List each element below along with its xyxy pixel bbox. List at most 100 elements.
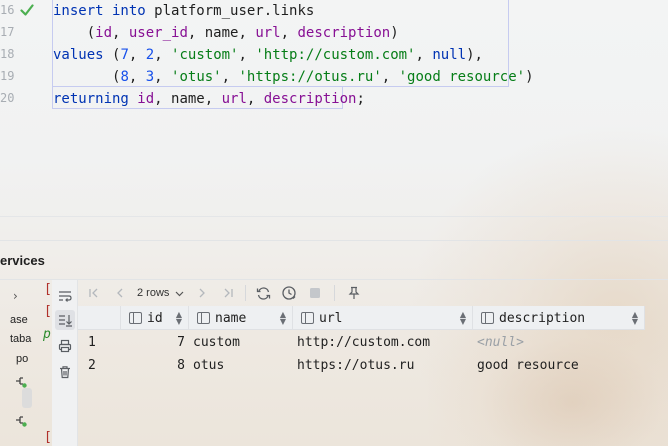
code-token: ) — [525, 69, 534, 85]
column-icon — [301, 312, 314, 324]
print-icon — [58, 339, 72, 353]
code-token: , — [154, 47, 172, 63]
cell-description[interactable]: <null> — [477, 331, 524, 354]
log-marker: [ — [44, 282, 52, 297]
sort-icon[interactable]: ▲ ▼ — [280, 311, 286, 326]
code-token: ( — [53, 25, 96, 41]
next-page-icon[interactable] — [191, 282, 213, 304]
chevron-right-icon[interactable]: › — [13, 289, 18, 303]
reload-icon[interactable] — [252, 282, 274, 304]
column-header-url[interactable]: url ▲ ▼ — [293, 306, 473, 330]
code-token: insert into — [53, 3, 155, 19]
code-token: id — [137, 91, 155, 107]
code-token: 'https://otus.ru' — [238, 69, 382, 85]
last-page-icon[interactable] — [217, 282, 239, 304]
cell-name[interactable]: otus — [193, 354, 224, 377]
code-token: , — [280, 25, 298, 41]
clear-all-button[interactable] — [55, 362, 75, 382]
code-line[interactable]: (id, user_id, name, url, description) — [53, 22, 399, 44]
code-token: url — [255, 25, 281, 41]
log-prefix: p — [43, 327, 51, 342]
editor-divider — [0, 216, 668, 217]
column-header-description[interactable]: description ▲ ▼ — [473, 306, 645, 330]
code-token: , — [238, 47, 256, 63]
code-token: id — [95, 25, 113, 41]
result-toolbar: 2 rows — [78, 280, 668, 306]
check-icon[interactable] — [20, 3, 34, 17]
code-token: , — [112, 25, 129, 41]
rows-count-dropdown[interactable]: 2 rows — [137, 287, 169, 299]
trash-icon — [60, 366, 70, 379]
connection-icon[interactable] — [13, 374, 27, 388]
row-number-header — [78, 306, 121, 330]
toolbar-separator — [245, 285, 247, 301]
prev-page-icon[interactable] — [109, 282, 131, 304]
cell-url[interactable]: http://custom.com — [297, 331, 430, 354]
code-token: values — [53, 47, 113, 63]
sql-editor[interactable]: 16 17 18 19 20 insert into platform_user… — [0, 0, 668, 216]
cell-url[interactable]: https://otus.ru — [297, 354, 414, 377]
services-panel-header: ervices — [0, 240, 668, 278]
code-token: name — [171, 91, 205, 107]
code-line[interactable]: values (7, 2, 'custom', 'http://custom.c… — [53, 44, 483, 66]
code-token: 2 — [145, 47, 155, 63]
column-icon — [481, 312, 494, 324]
first-page-icon[interactable] — [83, 282, 105, 304]
connection-icon[interactable] — [13, 413, 27, 427]
cell-id[interactable]: 7 — [121, 331, 185, 354]
console-log-gutter: [ [ p [ — [36, 280, 52, 446]
column-icon — [129, 312, 142, 324]
sort-icon[interactable]: ▲ ▼ — [176, 311, 182, 326]
table-row[interactable]: 2 8 otus https://otus.ru good resource — [78, 354, 645, 377]
code-token: , — [154, 91, 172, 107]
code-token: description — [263, 91, 357, 107]
sort-icon[interactable]: ▲ ▼ — [460, 311, 466, 326]
code-token: url — [221, 91, 247, 107]
history-icon[interactable] — [278, 282, 300, 304]
pin-icon[interactable] — [343, 282, 365, 304]
services-tree[interactable]: › ase taba po — [0, 280, 36, 446]
column-label: id — [147, 310, 163, 326]
stop-icon[interactable] — [304, 282, 326, 304]
code-token: , — [128, 47, 146, 63]
tree-item-label[interactable]: ase — [10, 314, 28, 326]
cell-description[interactable]: good resource — [477, 354, 579, 377]
log-marker: [ — [44, 304, 52, 319]
toolbar-separator — [334, 285, 336, 301]
code-token: 'otus' — [171, 69, 222, 85]
code-line[interactable]: (8, 3, 'otus', 'https://otus.ru', 'good … — [53, 66, 534, 88]
column-icon — [197, 312, 210, 324]
soft-wrap-icon — [59, 291, 72, 302]
code-token: platform_user.links — [154, 3, 315, 19]
soft-wrap-button[interactable] — [55, 286, 75, 306]
scroll-to-end-button[interactable] — [55, 310, 75, 330]
line-number: 16 — [0, 3, 15, 17]
column-header-id[interactable]: id ▲ ▼ — [121, 306, 189, 330]
tree-item-label[interactable]: taba — [10, 333, 31, 345]
row-number: 1 — [88, 335, 96, 350]
code-token: , — [381, 69, 399, 85]
code-token: , — [187, 25, 205, 41]
code-token: 'custom' — [171, 47, 239, 63]
print-button[interactable] — [55, 336, 75, 356]
grid-header: id ▲ ▼ name ▲ ▼ url ▲ ▼ description ▲ ▼ — [78, 306, 645, 330]
code-token: 'good resource' — [398, 69, 526, 85]
chevron-down-icon[interactable] — [173, 282, 185, 304]
sort-icon[interactable]: ▲ ▼ — [632, 311, 638, 326]
code-token: , — [221, 69, 239, 85]
log-marker: [ — [44, 430, 52, 445]
line-number: 18 — [0, 47, 15, 61]
line-number: 17 — [0, 25, 15, 39]
cell-name[interactable]: custom — [193, 331, 240, 354]
line-number: 20 — [0, 91, 15, 105]
code-token: 3 — [145, 69, 155, 85]
line-number: 19 — [0, 69, 15, 83]
code-token: , — [128, 69, 146, 85]
cell-id[interactable]: 8 — [121, 354, 185, 377]
tree-item-label[interactable]: po — [16, 353, 28, 365]
code-line[interactable]: returning id, name, url, description; — [53, 88, 365, 110]
table-row[interactable]: 1 7 custom http://custom.com <null> — [78, 331, 645, 354]
column-header-name[interactable]: name ▲ ▼ — [189, 306, 293, 330]
code-line[interactable]: insert into platform_user.links — [53, 0, 314, 22]
code-token: ), — [466, 47, 483, 63]
